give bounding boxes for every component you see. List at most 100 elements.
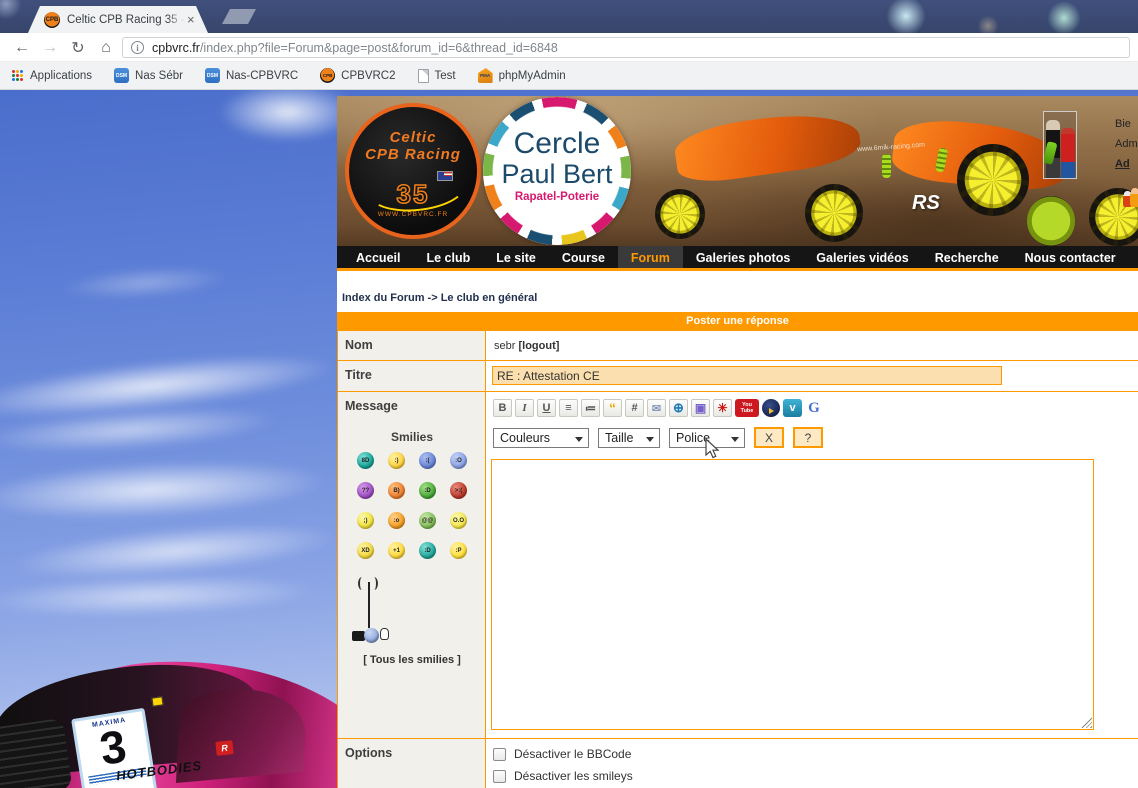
smiley-icon[interactable]: :O [450,452,467,469]
nav-forum[interactable]: Forum [618,246,683,268]
welcome-text: Bie Adm Ad [1115,114,1138,174]
help-button[interactable]: ? [793,427,823,448]
tab-close-icon[interactable]: × [187,13,195,26]
close-tags-button[interactable]: X [754,427,784,448]
address-bar[interactable]: i cpbvrc.fr/index.php?file=Forum&page=po… [122,37,1130,58]
titre-input[interactable] [492,366,1002,385]
members-icon [1123,188,1138,210]
vimeo-icon[interactable]: v [783,399,802,417]
couleurs-select[interactable]: Couleurs [493,428,589,448]
back-icon[interactable]: ← [10,33,34,62]
bookmark-apps[interactable]: Applications [12,70,92,82]
info-icon[interactable]: i [131,41,144,54]
format-controls: Couleurs Taille Police X ? [493,427,823,448]
page-viewport: MAXIMA 3 R HOTBODIES www.6mik-racing. [0,90,1138,788]
smiley-icon[interactable]: 8D [357,452,374,469]
welcome-line: Bie [1115,114,1138,134]
smilies-title: Smilies [338,430,486,444]
dsm-icon: DSM [114,68,129,83]
email-icon[interactable]: ✉ [647,399,666,417]
bookmark-label: CPBVRC2 [341,70,395,82]
url-text[interactable]: cpbvrc.fr/index.php?file=Forum&page=post… [152,41,558,55]
code-icon[interactable]: # [625,399,644,417]
quote-icon[interactable]: “ [603,399,622,417]
radio-antenna-smiley[interactable] [352,577,396,643]
nav-nous-contacter[interactable]: Nous contacter [1012,246,1129,268]
smiley-icon[interactable]: :D [419,482,436,499]
image-icon[interactable]: ▣ [691,399,710,417]
italic-icon[interactable]: I [515,399,534,417]
pink-rc-car-image: MAXIMA 3 R HOTBODIES [0,605,340,788]
underline-icon[interactable]: U [537,399,556,417]
smiley-icon[interactable]: :o [388,512,405,529]
flash-icon[interactable]: ✳ [713,399,732,417]
cercle-paul-bert-logo: Cercle Paul Bert Rapatel-Poterie [483,97,631,245]
nom-value: sebr [logout] [494,340,559,352]
reload-icon[interactable]: ↻ [66,33,90,62]
smiley-icon[interactable]: O.O [450,512,467,529]
bookmark-label: Test [435,70,456,82]
align-center-icon[interactable]: ≡ [559,399,578,417]
smiley-icon[interactable]: :( [419,452,436,469]
smiley-icon[interactable]: @@ [419,512,436,529]
row-titre: Titre [338,360,1138,391]
tab-strip: CPB Celtic CPB Racing 35 - Le × [0,0,1138,33]
apps-grid-icon [12,70,24,82]
smiley-icon[interactable]: :P [450,542,467,559]
form-title-bar: Poster une réponse [337,312,1138,330]
bookmark-phpmyadmin[interactable]: PMA phpMyAdmin [478,68,566,83]
message-textarea[interactable] [491,459,1094,730]
nav-le-site[interactable]: Le site [483,246,549,268]
smiley-icon[interactable]: ;) [357,512,374,529]
dailymotion-icon[interactable] [762,399,780,417]
buggy-wheel [655,189,705,239]
site-banner: www.6mik-racing.com RS Celtic CPB Racing… [337,96,1138,246]
bookmark-label: phpMyAdmin [499,70,566,82]
bookmark-nas-cpbvrc[interactable]: DSM Nas-CPBVRC [205,68,298,83]
nav-accueil[interactable]: Accueil [343,246,413,268]
cpb-logo-ring [483,97,631,245]
all-smilies-link[interactable]: [ Tous les smilies ] [338,654,486,666]
smiley-icon[interactable]: >:( [450,482,467,499]
home-icon[interactable]: ⌂ [94,33,118,62]
taille-select[interactable]: Taille [598,428,660,448]
bold-icon[interactable]: B [493,399,512,417]
google-icon[interactable]: G [805,399,823,417]
smiley-icon[interactable]: :) [388,452,405,469]
logout-link[interactable]: [logout] [518,340,559,352]
bookmarks-bar: Applications DSM Nas Sébr DSM Nas-CPBVRC… [0,62,1138,90]
bookmark-cpbvrc2[interactable]: CPB CPBVRC2 [320,68,395,83]
forward-icon[interactable]: → [38,33,62,62]
nav-course[interactable]: Course [549,246,618,268]
link-globe-icon[interactable]: ⊕ [669,399,688,417]
smiley-icon[interactable]: +1 [388,542,405,559]
smileys-checkbox[interactable] [493,770,506,783]
welcome-link[interactable]: Ad [1115,154,1138,174]
bookmark-label: Applications [30,70,92,82]
smiley-icon[interactable]: ?? [357,482,374,499]
options-value-cell: Désactiver le BBCode Désactiver les smil… [487,739,1138,788]
bookmark-nas-sebr[interactable]: DSM Nas Sébr [114,68,183,83]
bookmark-test[interactable]: Test [418,69,456,83]
youtube-icon[interactable]: YouTube [735,399,759,417]
nav-recherche[interactable]: Recherche [922,246,1012,268]
list-icon[interactable]: ≔ [581,399,600,417]
cpb-icon: CPB [320,68,335,83]
message-value-cell: B I U ≡ ≔ “ # ✉ ⊕ ▣ ✳ YouTube [487,392,1138,738]
nav-le-club[interactable]: Le club [413,246,483,268]
breadcrumb[interactable]: Index du Forum -> Le club en général [342,292,537,304]
buggy-wheel [957,144,1029,216]
nav-galeries-photos[interactable]: Galeries photos [683,246,803,268]
rc-buggy-body [672,105,863,186]
row-nom: Nom sebr [logout] [338,330,1138,360]
nom-value-cell: sebr [logout] [487,331,1138,360]
smiley-icon[interactable]: :D [419,542,436,559]
bbcode-checkbox[interactable] [493,748,506,761]
chevron-down-icon [731,437,739,442]
titre-label-cell: Titre [338,361,486,391]
browser-tab[interactable]: CPB Celtic CPB Racing 35 - Le × [28,6,208,33]
nav-galeries-videos[interactable]: Galeries vidéos [803,246,921,268]
smiley-icon[interactable]: B) [388,482,405,499]
smiley-icon[interactable]: XD [357,542,374,559]
new-tab-button[interactable] [222,9,256,24]
